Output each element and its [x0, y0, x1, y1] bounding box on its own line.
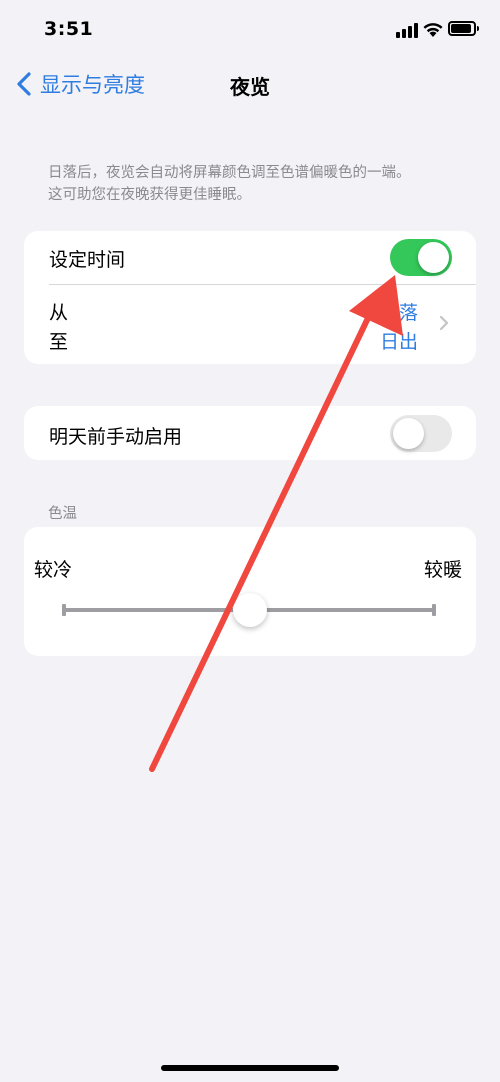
scheduled-label: 设定时间 [49, 249, 126, 271]
schedule-card: 设定时间 从 至 日落 日出 [24, 231, 476, 364]
manual-enable-label: 明天前手动启用 [49, 426, 183, 448]
night-shift-description: 日落后，夜览会自动将屏幕颜色调至色谱偏暖色的一端。 这可助您在夜晚获得更佳睡眠。 [48, 162, 468, 206]
row-divider [49, 284, 476, 285]
warmer-label: 较暖 [424, 559, 463, 581]
to-label: 至 [49, 331, 69, 353]
from-value: 日落 [380, 302, 419, 324]
description-line-1: 日落后，夜览会自动将屏幕颜色调至色谱偏暖色的一端。 [48, 165, 411, 181]
page-title: 夜览 [230, 75, 270, 99]
cellular-signal-icon [396, 22, 418, 38]
color-temperature-header: 色温 [48, 506, 77, 522]
status-time: 3:51 [44, 18, 94, 40]
slider-thumb[interactable] [233, 593, 267, 627]
cooler-label: 较冷 [34, 559, 73, 581]
toggle-knob [393, 418, 424, 449]
home-indicator [161, 1065, 339, 1071]
status-bar: 3:51 [0, 0, 500, 62]
slider-min-cap [62, 604, 66, 616]
toggle-knob [418, 242, 449, 273]
navigation-bar: 显示与亮度 夜览 [0, 62, 500, 108]
slider-max-cap [432, 604, 436, 616]
description-line-2: 这可助您在夜晚获得更佳睡眠。 [48, 187, 251, 203]
manual-enable-card: 明天前手动启用 [24, 406, 476, 460]
from-label: 从 [49, 302, 69, 324]
to-value: 日出 [380, 331, 419, 353]
wifi-icon [423, 23, 443, 37]
color-temperature-card: 较冷 较暖 [24, 527, 476, 656]
scheduled-toggle[interactable] [390, 239, 452, 276]
manual-enable-toggle[interactable] [390, 415, 452, 452]
chevron-right-icon [439, 315, 449, 331]
battery-icon [448, 21, 479, 36]
